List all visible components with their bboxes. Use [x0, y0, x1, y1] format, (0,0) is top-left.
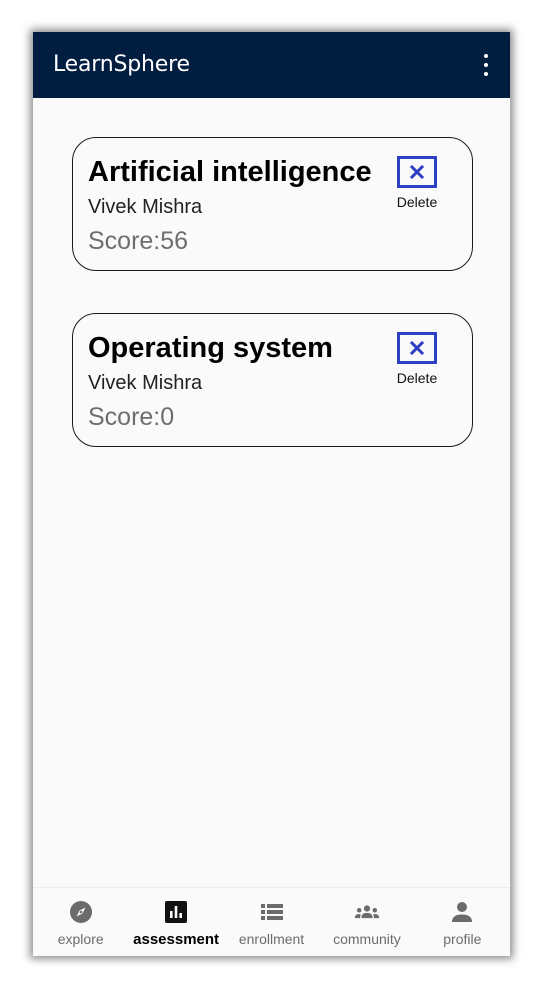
- delete-button[interactable]: Delete: [388, 156, 446, 210]
- bar-chart-icon: [163, 900, 189, 924]
- more-vert-icon[interactable]: [476, 52, 496, 78]
- assessment-author: Vivek Mishra: [88, 372, 203, 394]
- assessment-score: Score:56: [88, 227, 189, 255]
- app-bar: LearnSphere: [33, 32, 510, 98]
- nav-item-assessment[interactable]: assessment: [128, 888, 223, 956]
- compass-icon: [68, 900, 94, 924]
- assessment-card[interactable]: Operating system Vivek Mishra Score:0 De…: [72, 313, 473, 447]
- nav-label: community: [333, 931, 401, 947]
- assessment-author: Vivek Mishra: [88, 196, 203, 218]
- assessment-card[interactable]: Artificial intelligence Vivek Mishra Sco…: [72, 137, 473, 271]
- nav-label: assessment: [133, 931, 220, 948]
- person-icon: [449, 900, 475, 924]
- nav-item-enrollment[interactable]: enrollment: [224, 888, 319, 956]
- assessment-score: Score:0: [88, 403, 175, 431]
- nav-label: explore: [57, 931, 104, 947]
- nav-label: enrollment: [238, 931, 305, 947]
- close-box-icon[interactable]: [397, 332, 437, 364]
- assessment-title: Artificial intelligence: [88, 156, 372, 188]
- delete-label: Delete: [396, 370, 438, 386]
- people-icon: [354, 900, 380, 924]
- assessment-title: Operating system: [88, 332, 333, 364]
- list-icon: [259, 900, 285, 924]
- bottom-navigation: explore assessment enrollment community …: [33, 887, 510, 956]
- delete-label: Delete: [396, 194, 438, 210]
- nav-item-explore[interactable]: explore: [33, 888, 128, 956]
- app-title: LearnSphere: [53, 52, 190, 77]
- delete-button[interactable]: Delete: [388, 332, 446, 386]
- nav-item-community[interactable]: community: [319, 888, 414, 956]
- phone-screen: LearnSphere Artificial intelligence Vive…: [33, 32, 510, 956]
- nav-item-profile[interactable]: profile: [415, 888, 510, 956]
- close-box-icon[interactable]: [397, 156, 437, 188]
- nav-label: profile: [443, 931, 482, 947]
